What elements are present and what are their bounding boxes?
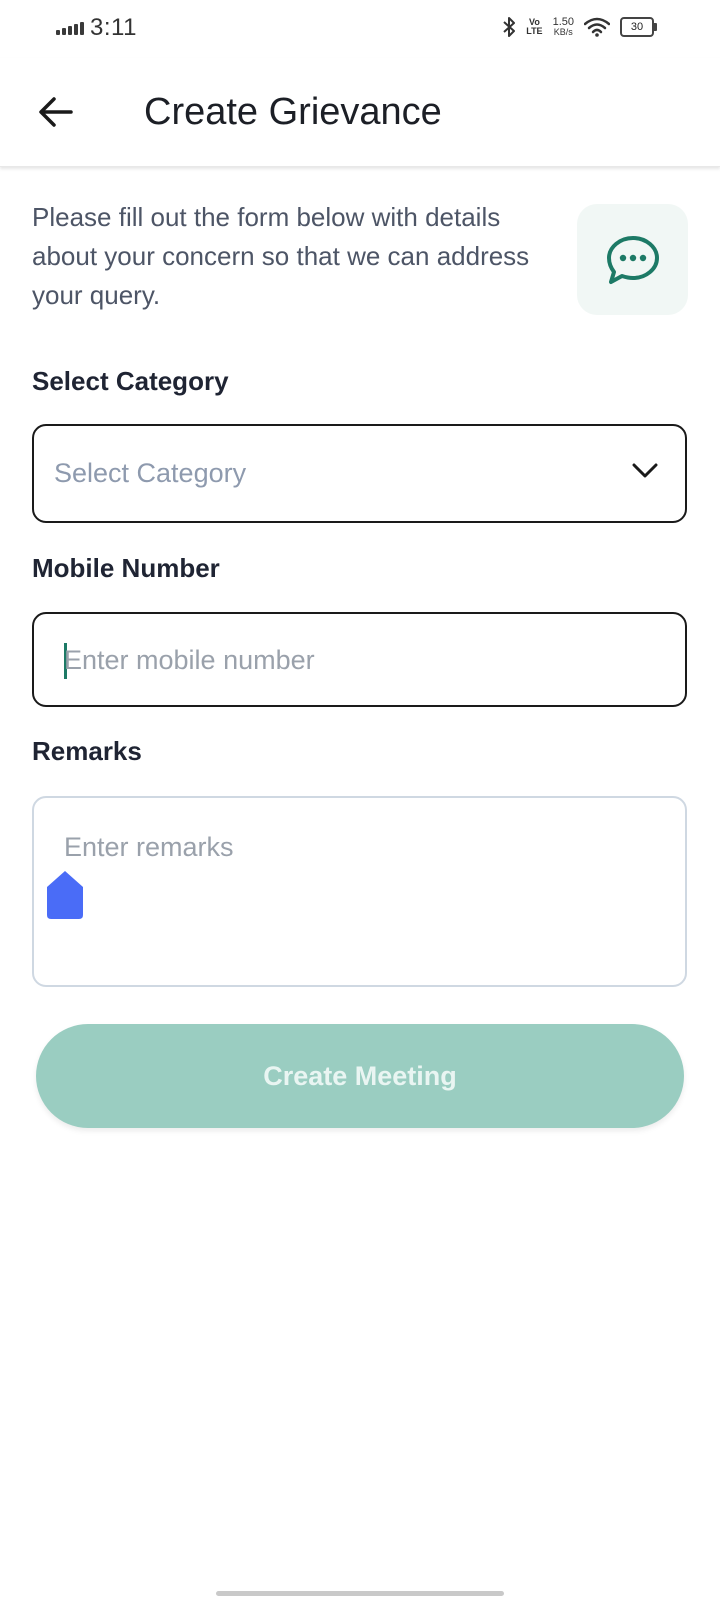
status-time: 3:11 — [90, 14, 137, 41]
home-indicator[interactable] — [216, 1591, 504, 1596]
remarks-input[interactable] — [64, 832, 654, 962]
battery-icon: 30 — [620, 17, 657, 37]
category-label: Select Category — [32, 366, 229, 396]
app-bar: Create Grievance — [0, 58, 720, 167]
create-meeting-button[interactable]: Create Meeting — [36, 1024, 684, 1128]
bluetooth-icon — [503, 17, 516, 37]
network-speed: 1.50 KB/s — [553, 17, 574, 37]
status-right: Vo LTE 1.50 KB/s 30 — [502, 16, 657, 38]
remarks-field[interactable] — [32, 796, 687, 987]
back-button[interactable] — [32, 88, 80, 136]
lte-label: LTE — [526, 26, 543, 36]
mobile-label: Mobile Number — [32, 553, 220, 583]
chat-bubble-button — [577, 204, 688, 315]
wifi-icon — [584, 17, 610, 37]
remarks-label: Remarks — [32, 736, 142, 766]
status-bar: 3:11 Vo LTE 1.50 KB/s 30 — [0, 0, 720, 58]
selection-handle-icon[interactable] — [47, 871, 83, 919]
arrow-left-icon — [39, 97, 73, 127]
chevron-down-icon — [632, 463, 658, 478]
network-speed-unit: KB/s — [553, 27, 573, 37]
page-title: Create Grievance — [144, 91, 442, 133]
volte-icon: Vo LTE — [526, 18, 542, 36]
category-select[interactable]: Select Category — [32, 424, 687, 523]
intro-text: Please fill out the form below with deta… — [32, 202, 530, 310]
chat-bubble-icon — [606, 235, 659, 284]
category-placeholder: Select Category — [54, 458, 247, 488]
signal-icon — [56, 21, 84, 35]
status-left: 3:11 — [56, 14, 137, 42]
mobile-number-input[interactable] — [64, 638, 644, 682]
battery-level: 30 — [630, 21, 644, 33]
mobile-number-field[interactable] — [32, 612, 687, 707]
